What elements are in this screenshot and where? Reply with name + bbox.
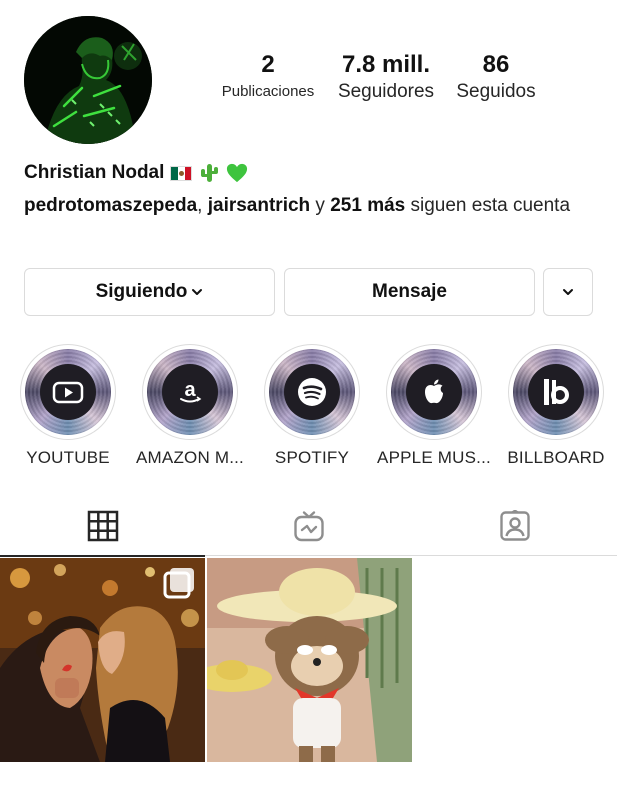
profile-tabs bbox=[0, 496, 617, 557]
posts-label: Publicaciones bbox=[221, 83, 315, 100]
following-label: Seguidos bbox=[456, 81, 536, 102]
post-thumbnail-2[interactable] bbox=[207, 558, 412, 762]
billboard-icon bbox=[544, 379, 569, 405]
youtube-icon bbox=[52, 381, 84, 404]
chevron-down-icon bbox=[563, 289, 573, 295]
highlight-label: SPOTIFY bbox=[274, 448, 350, 467]
highlight-label: APPLE MUS... bbox=[377, 448, 491, 467]
igtv-icon bbox=[293, 511, 324, 542]
tab-igtv[interactable] bbox=[206, 496, 411, 556]
highlight-billboard[interactable]: BILLBOARD bbox=[496, 344, 616, 468]
svg-text:a: a bbox=[184, 379, 196, 401]
chevron-down-icon bbox=[192, 289, 203, 295]
follower-user-2[interactable]: jairsantrich bbox=[208, 195, 310, 216]
follower-more-count[interactable]: 251 más bbox=[330, 195, 405, 216]
highlight-amazon-music[interactable]: a AMAZON M... bbox=[130, 344, 250, 468]
avatar-image bbox=[24, 16, 152, 144]
highlight-label: BILLBOARD bbox=[507, 448, 605, 467]
story-highlights: YOUTUBE a AMAZON M... SPOTIFY APPLE MUS.… bbox=[0, 344, 617, 474]
tagged-icon bbox=[499, 510, 530, 541]
follower-suffix: siguen esta cuenta bbox=[405, 195, 571, 216]
following-stat[interactable]: 86 Seguidos bbox=[446, 50, 546, 104]
highlight-label: YOUTUBE bbox=[26, 448, 110, 467]
tab-tagged[interactable] bbox=[412, 496, 617, 556]
mexico-flag-icon bbox=[170, 165, 193, 181]
followers-label: Seguidores bbox=[337, 81, 435, 102]
follower-connector: y bbox=[310, 195, 331, 216]
follower-separator: , bbox=[197, 195, 208, 216]
followers-stat[interactable]: 7.8 mill. Seguidores bbox=[326, 50, 446, 104]
cactus-icon bbox=[201, 164, 219, 182]
highlight-youtube[interactable]: YOUTUBE bbox=[8, 344, 128, 468]
profile-name: Christian Nodal bbox=[24, 162, 165, 183]
following-button-label: Siguiendo bbox=[95, 281, 188, 302]
grid-icon bbox=[87, 510, 118, 541]
highlight-label: AMAZON M... bbox=[136, 448, 244, 467]
green-heart-icon bbox=[227, 163, 248, 183]
followed-by-text[interactable]: pedrotomaszepeda, jairsantrich y 251 más… bbox=[24, 192, 584, 219]
spotify-icon bbox=[298, 378, 326, 406]
highlight-spotify[interactable]: SPOTIFY bbox=[252, 344, 372, 468]
following-count: 86 bbox=[482, 51, 510, 78]
highlight-apple-music[interactable]: APPLE MUS... bbox=[374, 344, 494, 468]
follower-user-1[interactable]: pedrotomaszepeda bbox=[24, 195, 197, 216]
profile-stats: 2 Publicaciones 7.8 mill. Seguidores 86 … bbox=[210, 50, 560, 104]
post-thumbnail-1[interactable] bbox=[0, 558, 205, 762]
post-image-cartoon bbox=[207, 558, 412, 762]
amazon-icon: a bbox=[180, 379, 202, 403]
message-button[interactable]: Mensaje bbox=[284, 268, 535, 316]
posts-stat[interactable]: 2 Publicaciones bbox=[210, 50, 326, 104]
apple-icon bbox=[425, 379, 443, 404]
profile-name-row: Christian Nodal bbox=[24, 162, 248, 184]
tab-posts-grid[interactable] bbox=[0, 496, 205, 557]
post-image-couple bbox=[0, 558, 205, 762]
message-button-label: Mensaje bbox=[372, 281, 447, 302]
followers-count: 7.8 mill. bbox=[341, 51, 431, 78]
profile-avatar[interactable] bbox=[24, 16, 152, 144]
posts-count: 2 bbox=[261, 51, 275, 78]
following-button[interactable]: Siguiendo bbox=[24, 268, 275, 316]
suggested-accounts-button[interactable] bbox=[543, 268, 593, 316]
